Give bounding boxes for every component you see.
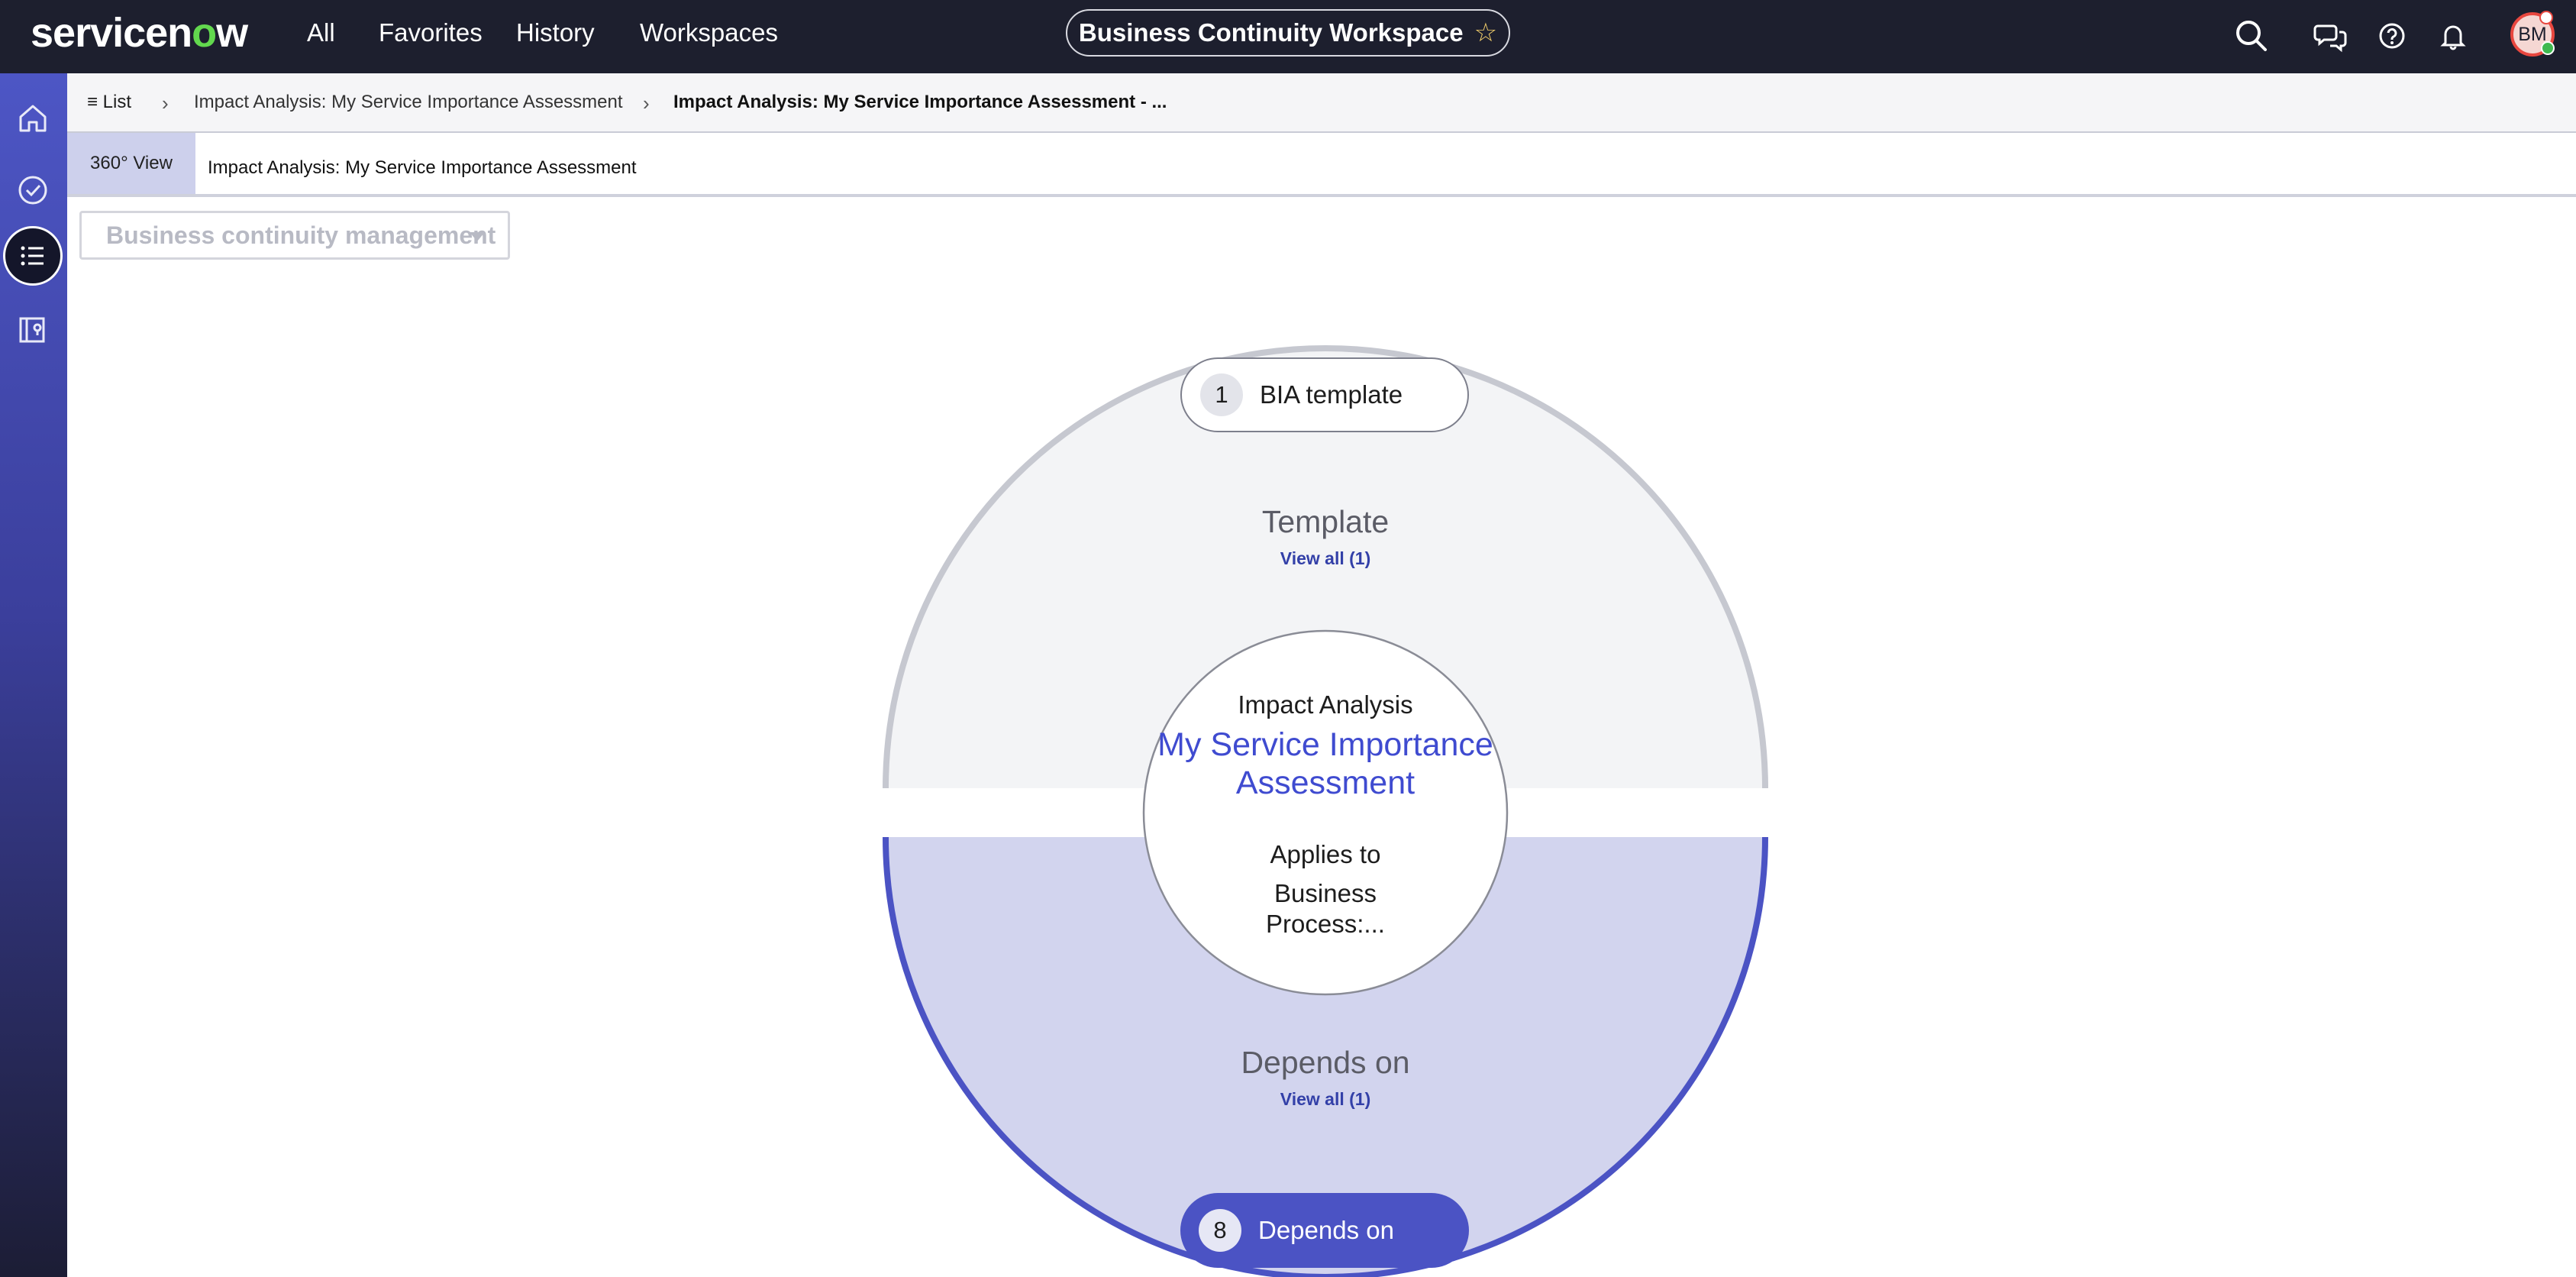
center-node[interactable]	[1142, 629, 1509, 996]
module-select-value: Business continuity management	[106, 221, 496, 249]
bell-icon[interactable]	[2432, 15, 2474, 57]
avatar-badge	[2539, 11, 2553, 24]
record-title: Impact Analysis: My Service Importance A…	[208, 157, 637, 178]
breadcrumb: ≡ List › Impact Analysis: My Service Imp…	[67, 73, 2576, 133]
tab-360-view[interactable]: 360° View	[67, 133, 195, 194]
workspace-switcher[interactable]: Business Continuity Workspace ☆	[1066, 9, 1510, 57]
breadcrumb-item-2[interactable]: Impact Analysis: My Service Importance A…	[673, 92, 1167, 113]
rail-approvals[interactable]	[3, 160, 63, 220]
depends-on-label: Depends on	[1258, 1216, 1394, 1244]
list-icon	[21, 246, 44, 266]
bia-template-pill[interactable]: 1 BIA template	[1180, 357, 1469, 432]
depends-on-section-title: Depends on	[1241, 1045, 1410, 1080]
rail-map[interactable]	[3, 299, 63, 359]
applies-to-value: Business Process:...	[1266, 879, 1385, 938]
depends-on-count: 8	[1199, 1209, 1241, 1252]
nav-all[interactable]: All	[307, 18, 335, 47]
bia-template-label: BIA template	[1260, 380, 1403, 409]
map-book-icon	[19, 317, 45, 343]
chat-icon[interactable]	[2310, 15, 2352, 57]
list-link[interactable]: ≡ List	[87, 92, 131, 113]
breadcrumb-item-1[interactable]: Impact Analysis: My Service Importance A…	[194, 92, 623, 113]
presence-indicator	[2541, 41, 2555, 55]
home-icon	[19, 105, 47, 132]
module-select[interactable]: Business continuity management	[79, 211, 510, 260]
center-record-type: Impact Analysis	[1238, 690, 1413, 719]
center-record-name[interactable]: My Service Importance Assessment	[1142, 726, 1509, 802]
chevron-right-icon: ›	[162, 92, 169, 115]
checkmark-circle-icon	[18, 176, 47, 205]
bia-template-count: 1	[1200, 373, 1243, 416]
nav-history[interactable]: History	[516, 18, 595, 47]
depends-on-view-all-link[interactable]: View all (1)	[1173, 1089, 1478, 1110]
servicenow-logo[interactable]: servicenow	[31, 9, 248, 57]
chevron-right-icon: ›	[643, 92, 650, 115]
rail-home[interactable]	[3, 89, 63, 148]
nav-workspaces[interactable]: Workspaces	[640, 18, 778, 47]
applies-to-label: Applies to	[1270, 840, 1381, 868]
search-icon[interactable]	[2231, 15, 2272, 57]
top-navigation-bar: servicenow All Favorites History Workspa…	[0, 0, 2576, 73]
star-icon[interactable]: ☆	[1474, 18, 1497, 48]
chevron-down-icon	[470, 232, 485, 241]
template-view-all-link[interactable]: View all (1)	[1173, 548, 1478, 569]
record-tab-row: 360° View Impact Analysis: My Service Im…	[67, 133, 2576, 197]
workspace-title: Business Continuity Workspace	[1078, 18, 1464, 47]
nav-favorites[interactable]: Favorites	[379, 18, 483, 47]
template-section-title: Template	[1261, 504, 1390, 539]
help-icon[interactable]	[2371, 15, 2413, 57]
depends-on-pill[interactable]: 8 Depends on	[1180, 1193, 1469, 1268]
rail-lists[interactable]	[3, 226, 63, 286]
left-rail	[0, 73, 67, 1277]
